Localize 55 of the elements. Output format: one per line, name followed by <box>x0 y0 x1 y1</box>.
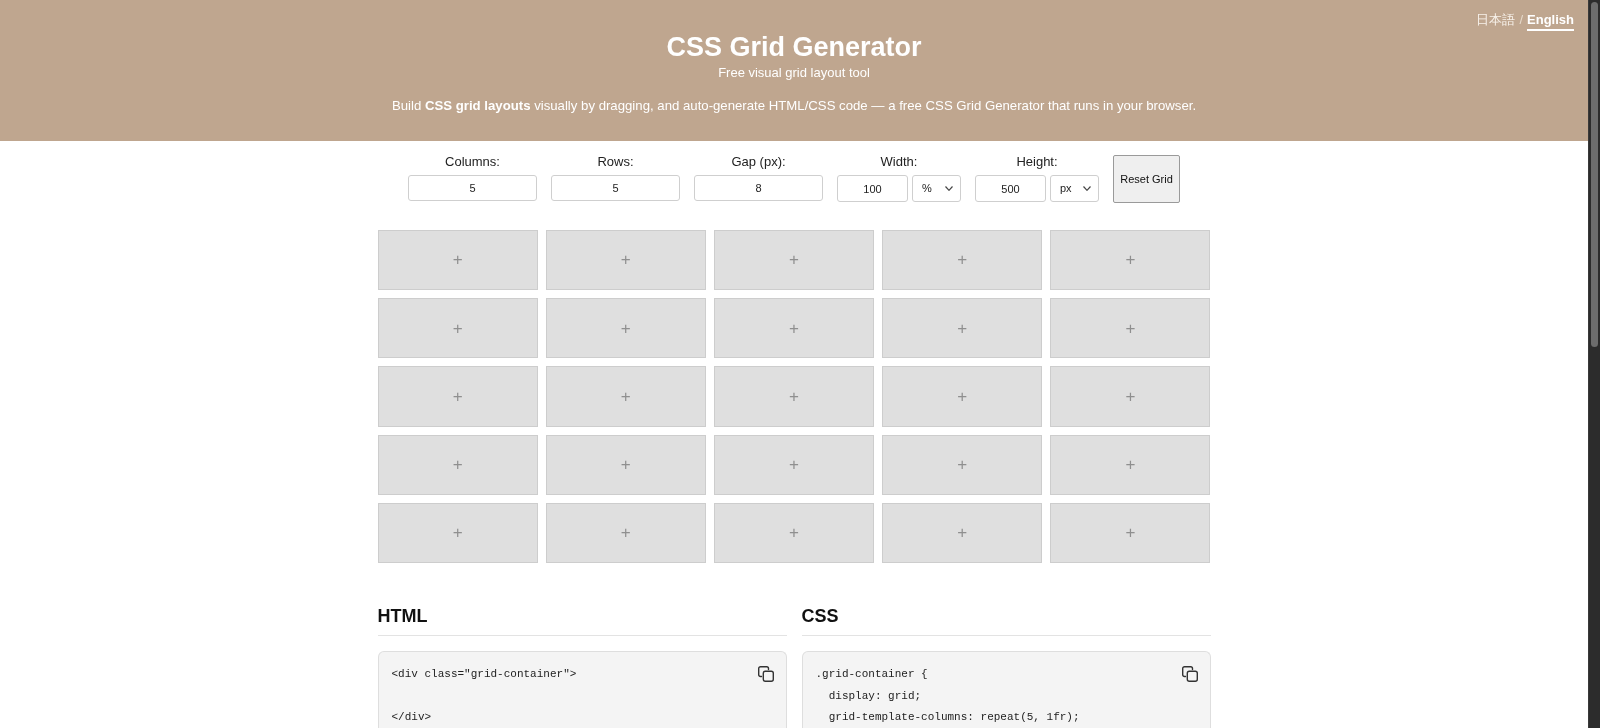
grid-cell[interactable]: + <box>882 502 1043 563</box>
unit-select[interactable]: % <box>912 175 961 202</box>
grid-cell[interactable]: + <box>1050 502 1211 563</box>
grid-cell[interactable]: + <box>882 366 1043 427</box>
copy-button[interactable] <box>757 666 774 682</box>
grid-cell[interactable]: + <box>1050 230 1211 291</box>
grid-cell[interactable]: + <box>545 502 706 563</box>
grid-cell[interactable]: + <box>377 230 538 291</box>
grid-cell[interactable]: + <box>545 366 706 427</box>
grid-cell[interactable]: + <box>713 502 875 563</box>
grid-cell[interactable]: + <box>713 434 875 495</box>
page-description: Build CSS grid layouts visually by dragging, and auto-generate HTML/CSS code — a free CSS Grid Generator that runs in your browser. <box>391 98 1197 114</box>
chevron-down-icon <box>945 186 953 191</box>
language-link[interactable]: English <box>1527 12 1574 31</box>
code-text: .grid-container { display: grid; grid-template-columns: repeat(5, 1fr); <box>815 667 1080 725</box>
grid-cell[interactable]: + <box>377 366 538 427</box>
grid-cell[interactable]: + <box>882 230 1043 291</box>
grid-cell[interactable]: + <box>713 230 875 291</box>
page-subtitle: Free visual grid layout tool <box>718 65 870 81</box>
grid-cell[interactable]: + <box>377 502 538 563</box>
chevron-down-icon <box>1083 186 1091 191</box>
grid-cell[interactable]: + <box>882 434 1043 495</box>
unit-select[interactable]: px <box>1050 175 1099 202</box>
number-input[interactable]: 5 <box>551 175 680 201</box>
field-label: Width: <box>880 154 918 170</box>
grid-cell[interactable]: + <box>713 298 875 359</box>
number-input[interactable]: 8 <box>694 175 823 201</box>
grid-cell[interactable]: + <box>545 230 706 291</box>
grid-cell[interactable]: + <box>1050 298 1211 359</box>
scrollbar-thumb[interactable] <box>1591 2 1598 347</box>
copy-button[interactable] <box>1181 666 1198 682</box>
field-label: Columns: <box>445 154 500 170</box>
grid-cell[interactable]: + <box>545 434 706 495</box>
grid-cell[interactable]: + <box>882 298 1043 359</box>
page-title: CSS Grid Generator <box>666 31 922 64</box>
reset-button[interactable]: Reset Grid <box>1113 155 1180 203</box>
grid-cell[interactable]: + <box>377 434 538 495</box>
number-input[interactable]: 500 <box>975 175 1046 202</box>
field-label: Gap (px): <box>731 154 786 170</box>
grid-cell[interactable]: + <box>1050 434 1211 495</box>
grid-cell[interactable]: + <box>545 298 706 359</box>
code-text: <div class="grid-container"> </div> <box>391 667 577 725</box>
section-heading: CSS <box>801 605 839 627</box>
number-input[interactable]: 5 <box>408 175 537 201</box>
number-input[interactable]: 100 <box>837 175 908 202</box>
language-link[interactable]: 日本語 <box>1476 12 1516 28</box>
grid-cell[interactable]: + <box>1050 366 1211 427</box>
field-label: Rows: <box>597 154 634 170</box>
copy-icon <box>1181 666 1198 682</box>
separator-text: / <box>1519 12 1524 28</box>
copy-icon <box>757 666 774 682</box>
field-label: Height: <box>1016 154 1058 170</box>
grid-cell[interactable]: + <box>377 298 538 359</box>
grid-cell[interactable]: + <box>713 366 875 427</box>
section-heading: HTML <box>377 605 428 627</box>
